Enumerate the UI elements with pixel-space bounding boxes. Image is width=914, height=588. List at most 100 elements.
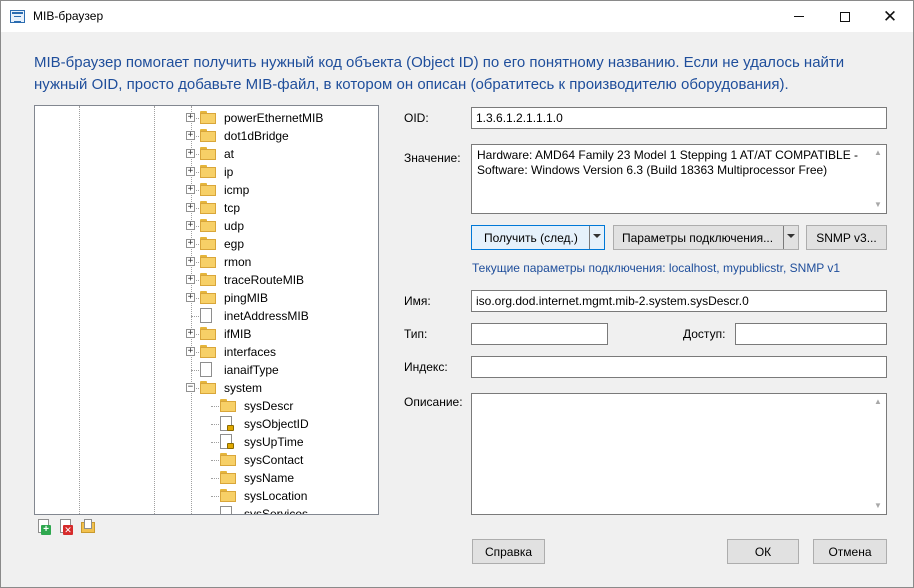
expand-icon[interactable]: + bbox=[186, 329, 195, 338]
tree-item[interactable]: + traceRouteMIB bbox=[35, 271, 365, 289]
mib-browser-window: MIB-браузер ✕ MIB-браузер помогает получ… bbox=[0, 0, 914, 588]
tree-item[interactable]: + at bbox=[35, 145, 365, 163]
snmpv3-button[interactable]: SNMP v3... bbox=[806, 225, 887, 250]
tree-item[interactable]: inetAddressMIB bbox=[35, 307, 365, 325]
index-label: Индекс: bbox=[404, 360, 448, 374]
tree-item-label: pingMIB bbox=[224, 291, 269, 305]
folder-icon bbox=[220, 399, 236, 412]
tree-item-label: system bbox=[224, 381, 263, 395]
app-window-icon bbox=[10, 10, 25, 23]
name-field[interactable]: iso.org.dod.internet.mgmt.mib-2.system.s… bbox=[471, 290, 887, 312]
tree-item[interactable]: sysDescr bbox=[35, 397, 365, 415]
tree-item-label: icmp bbox=[224, 183, 250, 197]
minimize-button[interactable] bbox=[776, 1, 822, 32]
access-field[interactable] bbox=[735, 323, 887, 345]
tree-item[interactable]: ianaifType bbox=[35, 361, 365, 379]
description-scrollbar[interactable]: ▲ ▼ bbox=[870, 394, 886, 514]
tree-item-label: ifMIB bbox=[224, 327, 252, 341]
expand-icon[interactable]: + bbox=[186, 221, 195, 230]
expand-icon[interactable]: + bbox=[186, 257, 195, 266]
tree-item-label: egp bbox=[224, 237, 245, 251]
scroll-down-icon[interactable]: ▼ bbox=[870, 498, 886, 514]
help-button[interactable]: Справка bbox=[472, 539, 545, 564]
expand-icon[interactable]: + bbox=[186, 149, 195, 158]
add-mib-icon[interactable]: + bbox=[36, 519, 52, 535]
tree-item[interactable]: sysContact bbox=[35, 451, 365, 469]
tree-item[interactable]: + interfaces bbox=[35, 343, 365, 361]
tree-item[interactable]: + udp bbox=[35, 217, 365, 235]
tree-item[interactable]: sysServices bbox=[35, 505, 365, 515]
tree-item-label: interfaces bbox=[224, 345, 277, 359]
expand-icon[interactable]: + bbox=[186, 203, 195, 212]
tree-item[interactable]: + powerEthernetMIB bbox=[35, 109, 365, 127]
folder-icon bbox=[200, 327, 216, 340]
value-text: Hardware: AMD64 Family 23 Model 1 Steppi… bbox=[477, 148, 859, 177]
value-scrollbar[interactable]: ▲ ▼ bbox=[870, 145, 886, 213]
tree-item[interactable]: + ip bbox=[35, 163, 365, 181]
type-label: Тип: bbox=[404, 327, 428, 341]
tree-item[interactable]: sysLocation bbox=[35, 487, 365, 505]
tree-item[interactable]: + egp bbox=[35, 235, 365, 253]
current-params-link[interactable]: Текущие параметры подключения: localhost… bbox=[472, 261, 840, 275]
connection-dropdown-icon[interactable] bbox=[787, 234, 795, 238]
value-textarea[interactable]: Hardware: AMD64 Family 23 Model 1 Steppi… bbox=[471, 144, 887, 214]
expand-icon[interactable]: + bbox=[186, 275, 195, 284]
description-textarea[interactable]: ▲ ▼ bbox=[471, 393, 887, 515]
tree-item[interactable]: + icmp bbox=[35, 181, 365, 199]
tree-item-label: traceRouteMIB bbox=[224, 273, 305, 287]
remove-mib-icon[interactable]: ✕ bbox=[58, 519, 74, 535]
tree-item-label: dot1dBridge bbox=[224, 129, 289, 143]
expand-icon[interactable]: + bbox=[186, 131, 195, 140]
tree-item-label: sysDescr bbox=[244, 399, 294, 413]
tree-item-label: sysObjectID bbox=[244, 417, 309, 431]
scroll-up-icon[interactable]: ▲ bbox=[870, 394, 886, 410]
mib-tree[interactable]: + powerEthernetMIB + dot1dBridge + at + ip + icmp… bbox=[34, 105, 379, 515]
close-button[interactable]: ✕ bbox=[867, 1, 913, 32]
folder-icon bbox=[200, 183, 216, 196]
tree-item-label: udp bbox=[224, 219, 245, 233]
cancel-button[interactable]: Отмена bbox=[813, 539, 887, 564]
expand-icon[interactable]: + bbox=[186, 293, 195, 302]
tree-item[interactable]: sysObjectID bbox=[35, 415, 365, 433]
tree-item-label: tcp bbox=[224, 201, 241, 215]
oid-label: OID: bbox=[404, 111, 429, 125]
tree-item-label: sysName bbox=[244, 471, 295, 485]
tree-item-label: sysUpTime bbox=[244, 435, 304, 449]
tree-item-label: sysServices bbox=[244, 507, 309, 515]
access-label: Доступ: bbox=[683, 327, 726, 341]
expand-icon[interactable]: + bbox=[186, 113, 195, 122]
tree-item[interactable]: sysUpTime bbox=[35, 433, 365, 451]
get-dropdown-icon[interactable] bbox=[593, 234, 601, 238]
open-mib-folder-icon[interactable] bbox=[80, 519, 96, 535]
expand-icon[interactable]: + bbox=[186, 185, 195, 194]
folder-icon bbox=[200, 381, 216, 394]
close-icon: ✕ bbox=[882, 7, 898, 26]
scroll-down-icon[interactable]: ▼ bbox=[870, 197, 886, 213]
type-field[interactable] bbox=[471, 323, 608, 345]
tree-item-label: ip bbox=[224, 165, 234, 179]
expand-icon[interactable]: + bbox=[186, 167, 195, 176]
tree-item-label: ianaifType bbox=[224, 363, 279, 377]
maximize-button[interactable] bbox=[822, 1, 868, 32]
collapse-icon[interactable]: − bbox=[186, 383, 195, 392]
ok-button[interactable]: ОК bbox=[727, 539, 799, 564]
expand-icon[interactable]: + bbox=[186, 239, 195, 248]
index-field[interactable] bbox=[471, 356, 887, 378]
tree-item[interactable]: + pingMIB bbox=[35, 289, 365, 307]
title-bar: MIB-браузер ✕ bbox=[1, 1, 913, 32]
value-label: Значение: bbox=[404, 151, 461, 165]
tree-item[interactable]: + ifMIB bbox=[35, 325, 365, 343]
get-next-button[interactable]: Получить (след.) bbox=[471, 225, 605, 250]
connection-params-button[interactable]: Параметры подключения... bbox=[613, 225, 799, 250]
tree-item[interactable]: + rmon bbox=[35, 253, 365, 271]
folder-icon bbox=[200, 201, 216, 214]
tree-item[interactable]: sysName bbox=[35, 469, 365, 487]
scroll-up-icon[interactable]: ▲ bbox=[870, 145, 886, 161]
window-title: MIB-браузер bbox=[33, 9, 104, 23]
expand-icon[interactable]: + bbox=[186, 347, 195, 356]
tree-item[interactable]: + tcp bbox=[35, 199, 365, 217]
tree-item[interactable]: − system bbox=[35, 379, 365, 397]
oid-field[interactable]: 1.3.6.1.2.1.1.1.0 bbox=[471, 107, 887, 129]
tree-item[interactable]: + dot1dBridge bbox=[35, 127, 365, 145]
tree-item-label: sysContact bbox=[244, 453, 304, 467]
